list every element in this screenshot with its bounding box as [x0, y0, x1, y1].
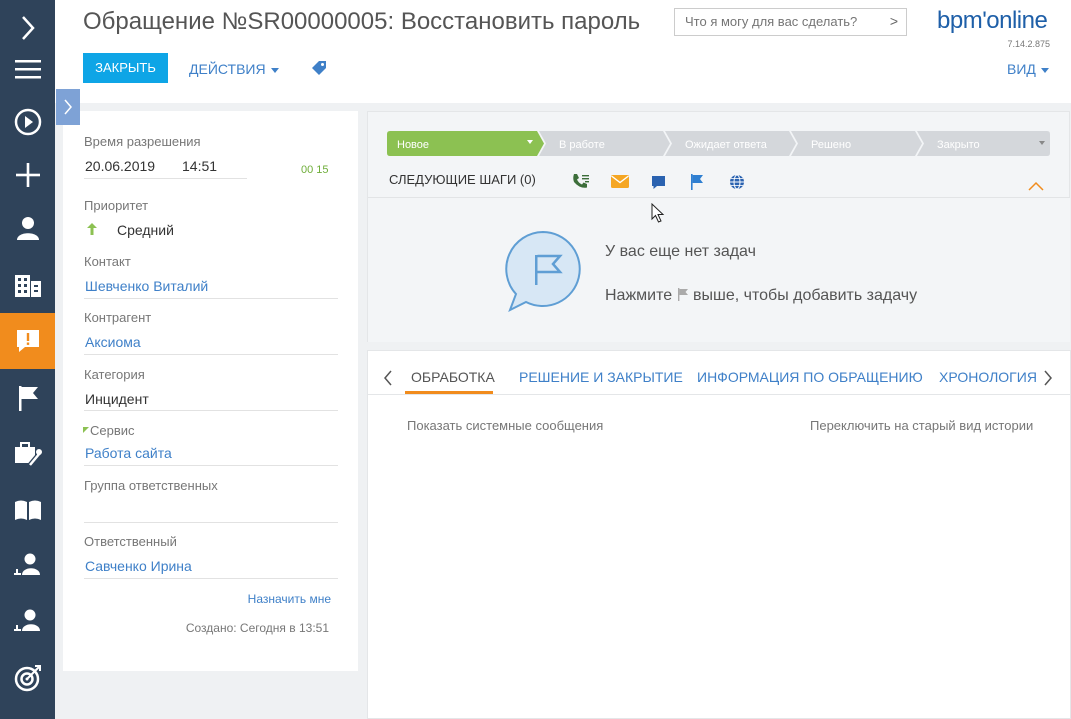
search-input[interactable] [685, 14, 880, 29]
field-underline [84, 410, 338, 411]
stage-label: Ожидает ответа [685, 139, 768, 151]
view-label: ВИД [1007, 61, 1036, 77]
owner-link[interactable]: Савченко Ирина [85, 558, 192, 574]
close-button[interactable]: ЗАКРЫТЬ [83, 53, 168, 83]
actions-label: ДЕЙСТВИЯ [189, 61, 266, 77]
tasks-empty-area [368, 197, 1070, 342]
empty-tasks-flag-icon [504, 230, 582, 317]
person-queue-icon[interactable] [0, 537, 55, 593]
account-link[interactable]: Аксиома [85, 334, 141, 350]
phone-call-icon[interactable] [572, 173, 590, 195]
tabs-scroll-left-icon[interactable] [383, 370, 393, 391]
hint-text-before: Нажмите [605, 287, 673, 304]
empty-tasks-title: У вас еще нет задач [605, 243, 756, 260]
field-underline [84, 522, 338, 523]
tabs-card [367, 350, 1071, 719]
group-label: Группа ответственных [84, 478, 218, 493]
field-underline [84, 578, 338, 579]
show-system-messages-link[interactable]: Показать системные сообщения [407, 418, 603, 433]
page-title: Обращение №SR00000005: Восстановить паро… [83, 8, 641, 35]
resolution-time-label: Время разрешения [84, 134, 201, 149]
caret-down-icon [270, 67, 279, 73]
arrow-up-icon [87, 222, 97, 240]
service-label: Сервис [90, 423, 135, 438]
left-navigation [0, 0, 55, 719]
case-fields-panel: Время разрешения 20.06.2019 14:51 00 15 … [63, 111, 358, 671]
stage-label: Закрыто [937, 139, 980, 151]
stage-label: Решено [811, 139, 851, 151]
stage-label: В работе [559, 139, 605, 151]
resolution-time-field[interactable]: 14:51 [182, 158, 217, 174]
mouse-cursor-icon [651, 202, 665, 228]
assign-me-link[interactable]: Назначить мне [248, 592, 331, 606]
category-field[interactable]: Инцидент [85, 391, 149, 407]
flag-icon[interactable] [0, 370, 55, 426]
tools-briefcase-icon[interactable] [0, 425, 55, 481]
tab-resolution[interactable]: РЕШЕНИЕ И ЗАКРЫТИЕ [519, 369, 683, 385]
play-circle-icon[interactable] [0, 94, 55, 150]
building-icon[interactable] [0, 257, 55, 313]
timer-value: 00 15 [301, 164, 329, 176]
resolution-date-field[interactable]: 20.06.2019 [85, 158, 155, 174]
next-steps-label[interactable]: СЛЕДУЮЩИЕ ШАГИ (0) [389, 172, 536, 187]
tab-processing[interactable]: ОБРАБОТКА [411, 369, 495, 385]
field-underline [84, 178, 247, 179]
stage-label: Новое [397, 139, 429, 151]
search-go-button[interactable]: > [890, 13, 898, 29]
tab-case-info[interactable]: ИНФОРМАЦИЯ ПО ОБРАЩЕНИЮ [697, 369, 923, 385]
book-icon[interactable] [0, 482, 55, 538]
priority-field[interactable]: Средний [117, 222, 174, 238]
old-history-view-link[interactable]: Переключить на старый вид истории [810, 418, 1033, 433]
tabs-divider [367, 394, 1071, 395]
service-link[interactable]: Работа сайта [85, 445, 172, 461]
stage-progress-bar: Новое В работе Ожидает ответа Решено Зак… [387, 131, 1050, 156]
created-info: Создано: Сегодня в 13:51 [185, 621, 329, 635]
owner-label: Ответственный [84, 534, 177, 549]
page-header: Обращение №SR00000005: Восстановить паро… [55, 0, 1071, 103]
field-underline [84, 354, 338, 355]
panel-toggle-button[interactable] [56, 89, 80, 125]
empty-tasks-hint: Нажмите выше, чтобы добавить задачу [605, 287, 917, 305]
chat-icon[interactable] [651, 175, 666, 195]
tag-icon[interactable] [311, 60, 327, 81]
contact-label: Контакт [84, 254, 131, 269]
contact-link[interactable]: Шевченко Виталий [85, 278, 208, 294]
chevron-up-icon[interactable] [1028, 178, 1044, 196]
target-icon[interactable] [0, 650, 55, 706]
person-queue-icon[interactable] [0, 593, 55, 649]
tab-history[interactable]: ХРОНОЛОГИЯ [939, 369, 1037, 385]
plus-icon[interactable] [0, 147, 55, 203]
version-label: 7.14.2.875 [1007, 39, 1050, 49]
flag-icon[interactable] [690, 174, 704, 195]
email-icon[interactable] [611, 175, 629, 193]
account-label: Контрагент [84, 310, 152, 325]
hint-text-after: выше, чтобы добавить задачу [693, 287, 918, 304]
field-underline [84, 298, 338, 299]
actions-dropdown[interactable]: ДЕЙСТВИЯ [189, 61, 279, 77]
globe-icon[interactable] [729, 174, 745, 195]
field-underline [84, 465, 338, 466]
logo: bpm'online [937, 7, 1048, 34]
gray-flag-icon [677, 287, 689, 304]
caret-down-icon [1040, 67, 1049, 73]
tabs-scroll-right-icon[interactable] [1043, 370, 1053, 391]
command-search[interactable]: > [674, 8, 907, 36]
priority-label: Приоритет [84, 198, 149, 213]
contact-person-icon[interactable] [0, 200, 55, 256]
case-alert-icon[interactable] [0, 313, 55, 369]
category-label: Категория [84, 367, 145, 382]
view-dropdown[interactable]: ВИД [1007, 61, 1049, 77]
hamburger-menu-icon[interactable] [0, 41, 55, 97]
required-marker-icon [83, 420, 89, 438]
